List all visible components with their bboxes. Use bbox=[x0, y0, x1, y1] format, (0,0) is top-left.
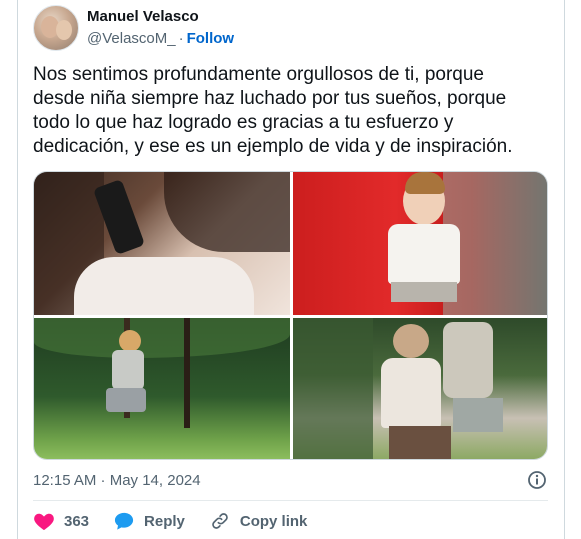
divider bbox=[33, 500, 548, 501]
author-name[interactable]: Manuel Velasco bbox=[87, 8, 199, 25]
photo-boy-on-slide[interactable] bbox=[293, 172, 547, 315]
media-grid bbox=[33, 171, 548, 460]
copy-link-button[interactable]: Copy link bbox=[209, 511, 308, 531]
separator-dot: · bbox=[178, 30, 184, 47]
handle-row: @VelascoM_ · Follow bbox=[87, 30, 234, 47]
action-bar: 363 Reply Copy link bbox=[33, 508, 331, 534]
tweet-line: todo lo que haz logrado es gracias a tu … bbox=[33, 112, 454, 133]
tweet-timestamp[interactable]: 12:15 AM · May 14, 2024 bbox=[33, 472, 201, 489]
heart-icon bbox=[34, 513, 54, 531]
tweet-line: dedicación, y ese es un ejemplo de vida … bbox=[33, 136, 513, 157]
photo-girl-on-phone[interactable] bbox=[34, 172, 290, 315]
reply-bubble-icon bbox=[114, 512, 134, 530]
author-handle[interactable]: @VelascoM_ bbox=[87, 30, 176, 47]
follow-button[interactable]: Follow bbox=[187, 30, 235, 47]
reply-label: Reply bbox=[144, 512, 185, 530]
reply-button[interactable]: Reply bbox=[113, 511, 185, 531]
tweet-text: Nos sentimos profundamente orgullosos de… bbox=[33, 63, 543, 159]
like-count: 363 bbox=[64, 512, 90, 530]
copy-link-label: Copy link bbox=[239, 512, 308, 530]
avatar[interactable] bbox=[33, 5, 79, 51]
tweet-line: Nos sentimos profundamente orgullosos de… bbox=[33, 64, 484, 85]
link-icon bbox=[212, 513, 228, 529]
tweet-line: desde niña siempre haz luchado por tus s… bbox=[33, 88, 507, 109]
photo-boy-running[interactable] bbox=[34, 318, 290, 459]
like-button[interactable]: 363 bbox=[33, 511, 89, 531]
info-icon[interactable] bbox=[527, 470, 547, 490]
photo-woman-and-boy[interactable] bbox=[293, 318, 547, 459]
